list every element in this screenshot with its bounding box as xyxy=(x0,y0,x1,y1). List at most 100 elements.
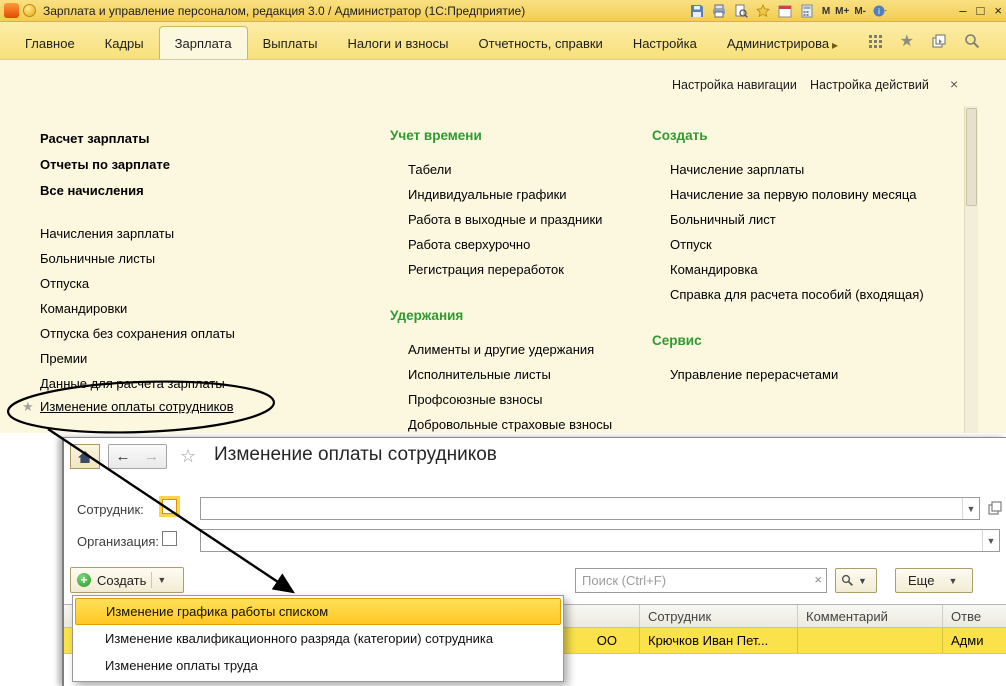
search-icon[interactable] xyxy=(964,33,980,49)
dropdown-menu-item[interactable]: Изменение квалификационного разряда (кат… xyxy=(75,625,561,652)
column-header[interactable]: Сотрудник xyxy=(639,605,797,627)
close-button[interactable]: × xyxy=(994,0,1002,22)
dropdown-menu-item[interactable]: Изменение графика работы списком xyxy=(75,598,561,625)
search-icon xyxy=(841,574,854,587)
clear-search-icon[interactable]: × xyxy=(814,572,822,588)
menu-item[interactable]: Работа в выходные и праздники xyxy=(390,207,612,232)
create-button[interactable]: + Создать ▼ xyxy=(70,567,184,593)
menu-item[interactable]: Начисления зарплаты xyxy=(40,221,235,246)
menu-item[interactable]: Премии xyxy=(40,346,235,371)
print-icon[interactable] xyxy=(712,4,727,19)
tab[interactable]: Выплаты xyxy=(248,28,333,59)
tab[interactable]: Настройка xyxy=(618,28,712,59)
employee-combobox[interactable]: ▼ xyxy=(200,497,980,520)
home-button[interactable] xyxy=(70,444,100,469)
save-icon[interactable] xyxy=(690,4,705,19)
tab[interactable]: Зарплата xyxy=(159,26,248,59)
tab[interactable]: Кадры xyxy=(90,28,159,59)
employee-checkbox[interactable] xyxy=(162,499,177,514)
menu-column-salary: Расчет зарплаты Отчеты по зарплате Все н… xyxy=(40,126,235,396)
plus-icon: + xyxy=(77,573,91,587)
chevron-down-icon[interactable]: ▼ xyxy=(858,576,873,586)
scrollbar-thumb[interactable] xyxy=(966,108,977,206)
app-window: Зарплата и управление персоналом, редакц… xyxy=(0,0,1006,686)
search-input[interactable] xyxy=(575,568,827,593)
menu-item[interactable]: Командировка xyxy=(652,257,924,282)
favorite-star-icon[interactable]: ★ xyxy=(22,394,34,419)
more-button[interactable]: Еще ▼ xyxy=(895,568,973,593)
apps-grid-icon[interactable] xyxy=(868,34,883,49)
forward-button[interactable]: → xyxy=(137,444,167,469)
chevron-down-icon[interactable]: ▼ xyxy=(962,498,979,519)
calculator-icon[interactable] xyxy=(800,4,815,19)
menu-item[interactable]: Добровольные страховые взносы xyxy=(390,412,612,437)
panel-close-button[interactable]: × xyxy=(950,76,958,92)
chevron-down-icon[interactable]: ▼ xyxy=(982,530,999,551)
search-options-button[interactable]: ▼ xyxy=(835,568,877,593)
tab-overflow-chevron-icon[interactable]: ▸ xyxy=(832,38,838,52)
menu-item[interactable]: Командировки xyxy=(40,296,235,321)
menu-item[interactable]: Работа сверхурочно xyxy=(390,232,612,257)
menu-item[interactable]: Удержания xyxy=(390,303,612,328)
tab[interactable]: Налоги и взносы xyxy=(332,28,463,59)
button-divider xyxy=(151,572,152,589)
menu-item[interactable]: Управление перерасчетами xyxy=(652,362,924,387)
menu-item[interactable]: Все начисления xyxy=(40,178,235,204)
open-value-button[interactable] xyxy=(986,499,1003,516)
menu-item[interactable]: Начисление за первую половину месяца xyxy=(652,182,924,207)
menu-item[interactable]: Начисление зарплаты xyxy=(652,157,924,182)
form-nav-row: ← → ☆ Изменение оплаты сотрудников xyxy=(64,438,1006,476)
menu-item[interactable]: Регистрация переработок xyxy=(390,257,612,282)
organization-checkbox[interactable] xyxy=(162,531,177,546)
menu-item[interactable]: Данные для расчета зарплаты xyxy=(40,371,235,396)
menu-item[interactable]: Отпуска без сохранения оплаты xyxy=(40,321,235,346)
menu-item[interactable]: Профсоюзные взносы xyxy=(390,387,612,412)
favorites-star-icon[interactable]: ★ xyxy=(900,31,914,51)
menu-item-label[interactable]: Изменение оплаты сотрудников xyxy=(40,399,234,414)
menu-item[interactable]: Больничный лист xyxy=(652,207,924,232)
tab[interactable]: Отчетность, справки xyxy=(464,28,618,59)
column-header[interactable]: Комментарий xyxy=(797,605,942,627)
history-icon[interactable] xyxy=(931,34,947,49)
dropdown-menu-item[interactable]: Изменение оплаты труда xyxy=(75,652,561,679)
minimize-button[interactable]: – xyxy=(959,0,966,22)
tab[interactable]: Администрирова xyxy=(712,28,844,59)
titlebar-toolbar: M M+ M- i xyxy=(690,0,888,22)
panel-scrollbar[interactable] xyxy=(964,106,978,433)
menu-item-change-employee-pay[interactable]: ★ Изменение оплаты сотрудников xyxy=(40,394,234,419)
favorites-star-icon[interactable] xyxy=(756,4,771,19)
chevron-down-icon[interactable]: ▼ xyxy=(948,576,963,586)
print-preview-icon[interactable] xyxy=(734,4,749,19)
maximize-button[interactable]: □ xyxy=(977,0,985,22)
menu-item[interactable]: Отпуска xyxy=(40,271,235,296)
column-header[interactable]: Отве xyxy=(942,605,1006,627)
menu-item[interactable]: Справка для расчета пособий (входящая) xyxy=(652,282,924,307)
action-settings-link[interactable]: Настройка действий xyxy=(810,78,929,92)
menu-item[interactable]: Создать xyxy=(652,123,924,148)
memory-button[interactable]: M xyxy=(822,6,830,17)
organization-label: Организация: xyxy=(77,533,159,550)
memory-button[interactable]: M+ xyxy=(835,6,849,17)
calendar-icon[interactable] xyxy=(778,4,793,19)
back-button[interactable]: ← xyxy=(108,444,138,469)
menu-column-time: Учет времени Табели Индивидуальные графи… xyxy=(390,123,612,437)
info-icon[interactable]: i xyxy=(873,4,888,19)
memory-button[interactable]: M- xyxy=(854,6,866,17)
menu-item[interactable]: Табели xyxy=(390,157,612,182)
menu-item[interactable]: Отпуск xyxy=(652,232,924,257)
favorite-star-button[interactable]: ☆ xyxy=(180,446,196,467)
menu-item[interactable]: Расчет зарплаты xyxy=(40,126,235,152)
forward-arrow-icon: → xyxy=(144,448,159,465)
nav-settings-link[interactable]: Настройка навигации xyxy=(672,78,797,92)
menu-item[interactable]: Учет времени xyxy=(390,123,612,148)
menu-item[interactable]: Сервис xyxy=(652,328,924,353)
menu-item[interactable]: Больничные листы xyxy=(40,246,235,271)
tab[interactable]: Главное xyxy=(10,28,90,59)
chevron-down-icon[interactable]: ▼ xyxy=(157,575,172,585)
menu-item[interactable]: Индивидуальные графики xyxy=(390,182,612,207)
menu-item[interactable]: Отчеты по зарплате xyxy=(40,152,235,178)
page-title: Изменение оплаты сотрудников xyxy=(214,444,497,466)
menu-item[interactable]: Исполнительные листы xyxy=(390,362,612,387)
organization-combobox[interactable]: ▼ xyxy=(200,529,1000,552)
menu-item[interactable]: Алименты и другие удержания xyxy=(390,337,612,362)
